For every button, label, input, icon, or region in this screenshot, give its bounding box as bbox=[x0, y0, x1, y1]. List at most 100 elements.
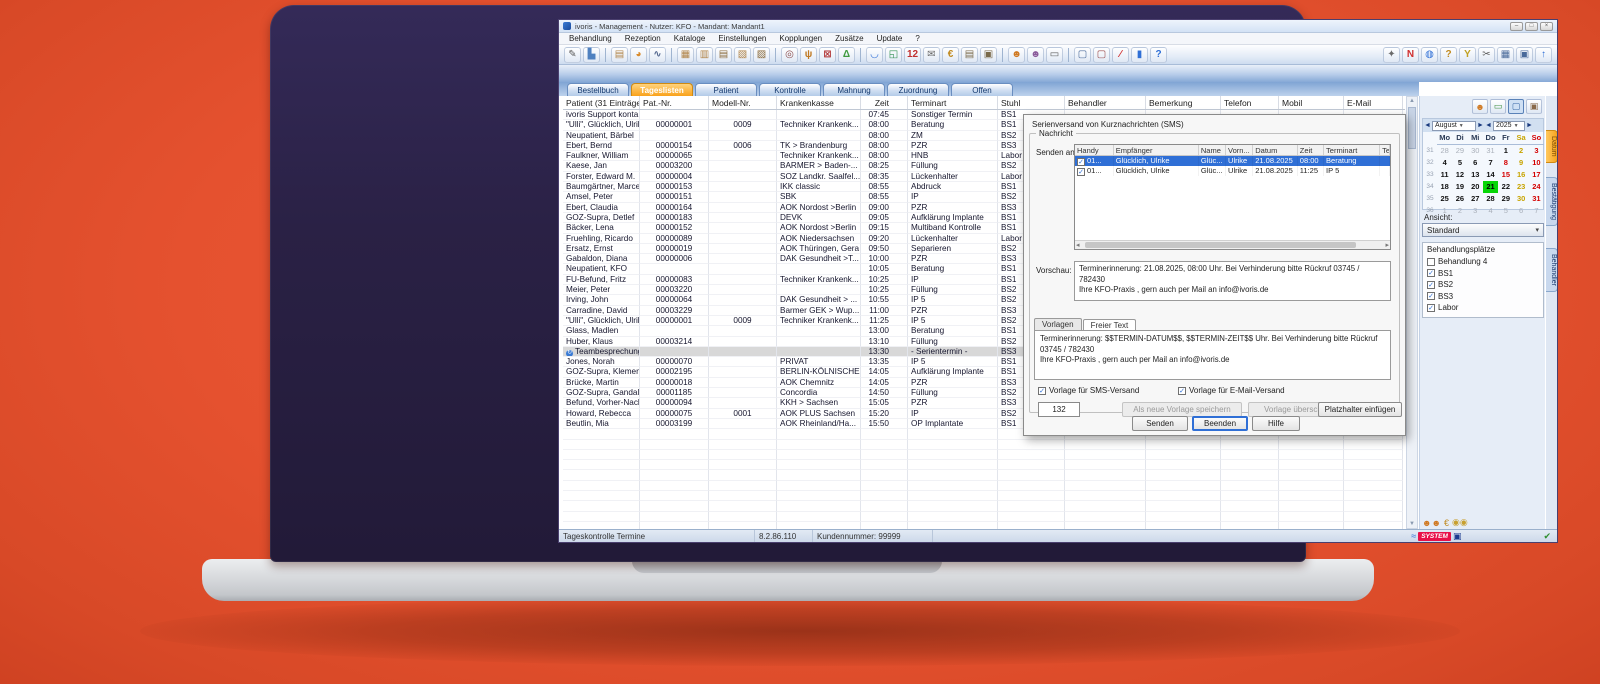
place-checkbox-bs2[interactable]: ✓BS2 bbox=[1427, 279, 1539, 291]
growth-chart-icon[interactable]: ∿ bbox=[649, 47, 666, 63]
tab-tageslisten[interactable]: Tageslisten bbox=[631, 83, 693, 96]
year-select[interactable]: 2025▼ bbox=[1493, 121, 1525, 131]
close-dialog-button[interactable]: Beenden bbox=[1192, 416, 1248, 431]
calendar-day[interactable]: 29 bbox=[1452, 145, 1467, 157]
column-header-e-mail[interactable]: E-Mail bbox=[1344, 96, 1403, 109]
euro-icon[interactable]: € bbox=[942, 47, 959, 63]
tab-patient[interactable]: Patient bbox=[695, 83, 757, 96]
help-button[interactable]: Hilfe bbox=[1252, 416, 1300, 431]
menu-kopplungen[interactable]: Kopplungen bbox=[773, 34, 828, 43]
calendar-day[interactable]: 27 bbox=[1468, 193, 1483, 205]
calendar-day[interactable]: 16 bbox=[1513, 169, 1528, 181]
column-header-zeit[interactable]: Zeitˆ bbox=[861, 96, 908, 109]
mail-icon[interactable]: ✉ bbox=[923, 47, 940, 63]
card-copy-icon[interactable]: ▨ bbox=[753, 47, 770, 63]
sms-template-checkbox[interactable]: ✓ Vorlage für SMS-Versand bbox=[1038, 386, 1178, 395]
calendar-day[interactable]: 2 bbox=[1452, 205, 1467, 217]
print-confirm-icon[interactable]: ▭ bbox=[1490, 99, 1506, 114]
waiting-room-icon[interactable]: ◡ bbox=[866, 47, 883, 63]
place-checkbox-bs1[interactable]: ✓BS1 bbox=[1427, 268, 1539, 280]
column-header-mobil[interactable]: Mobil bbox=[1279, 96, 1344, 109]
recipients-horizontal-scrollbar[interactable] bbox=[1075, 240, 1390, 249]
search-patient-icon[interactable]: ◎ bbox=[781, 47, 798, 63]
recall-icon[interactable]: ψ bbox=[800, 47, 817, 63]
pie-chart-icon[interactable]: ◕ bbox=[630, 47, 647, 63]
window-view-icon[interactable]: ▣ bbox=[1516, 47, 1533, 63]
calendar-day[interactable]: 7 bbox=[1529, 205, 1544, 217]
card-sl-icon[interactable]: ▥ bbox=[696, 47, 713, 63]
recipient-row[interactable]: ✓01...Glücklich, UlrikeGlüc...Ulrike21.0… bbox=[1075, 156, 1390, 166]
calendar-day[interactable]: 20 bbox=[1468, 181, 1483, 193]
globe-icon[interactable]: ◍ bbox=[1421, 47, 1438, 63]
scissors-icon[interactable]: ✂ bbox=[1478, 47, 1495, 63]
search-help-icon[interactable]: ? bbox=[1440, 47, 1457, 63]
tab-offen[interactable]: Offen bbox=[951, 83, 1013, 96]
column-header-krankenkasse[interactable]: Krankenkasse bbox=[777, 96, 861, 109]
calendar-icon[interactable]: 12 bbox=[904, 47, 921, 63]
column-header-stuhl[interactable]: Stuhl bbox=[998, 96, 1065, 109]
calendar-day[interactable]: 4 bbox=[1483, 205, 1498, 217]
calendar-day[interactable]: 11 bbox=[1437, 169, 1452, 181]
ivoris-n-icon[interactable]: N bbox=[1402, 47, 1419, 63]
tab-mahnung[interactable]: Mahnung bbox=[823, 83, 885, 96]
save-as-new-template-button[interactable]: Als neue Vorlage speichern bbox=[1122, 402, 1242, 417]
calendar-day[interactable]: 3 bbox=[1468, 205, 1483, 217]
remote-screen-icon[interactable]: ▢ bbox=[1074, 47, 1091, 63]
calendar-day[interactable]: 14 bbox=[1483, 169, 1498, 181]
next-year-icon[interactable]: ► bbox=[1526, 122, 1533, 129]
close-button[interactable]: × bbox=[1540, 22, 1553, 31]
calendar-day[interactable]: 10 bbox=[1529, 157, 1544, 169]
statistics-icon[interactable]: ▮ bbox=[1131, 47, 1148, 63]
calendar-day[interactable]: 4 bbox=[1437, 157, 1452, 169]
red-slash-icon[interactable]: ∕ bbox=[1112, 47, 1129, 63]
menu-rezeption[interactable]: Rezeption bbox=[619, 34, 667, 43]
tools-icon[interactable]: ✦ bbox=[1383, 47, 1400, 63]
table-view-icon[interactable]: ▦ bbox=[1497, 47, 1514, 63]
flyout-tab-datum[interactable]: Datum bbox=[1546, 130, 1558, 163]
filter-icon[interactable]: Y bbox=[1459, 47, 1476, 63]
calendar-day[interactable]: 8 bbox=[1498, 157, 1513, 169]
calendar-day[interactable]: 19 bbox=[1452, 181, 1467, 193]
column-header-telefon[interactable]: Telefon bbox=[1221, 96, 1279, 109]
calendar-day[interactable]: 15 bbox=[1498, 169, 1513, 181]
tab-kontrolle[interactable]: Kontrolle bbox=[759, 83, 821, 96]
menu-kataloge[interactable]: Kataloge bbox=[668, 34, 712, 43]
send-button[interactable]: Senden bbox=[1132, 416, 1188, 431]
column-header-pat-nr[interactable]: Pat.-Nr. bbox=[640, 96, 709, 109]
column-header-terminart[interactable]: Terminart bbox=[908, 96, 998, 109]
email-template-checkbox[interactable]: ✓ Vorlage für E-Mail-Versand bbox=[1178, 386, 1285, 395]
euro-gold-icon[interactable]: € bbox=[1444, 518, 1449, 528]
message-text-area[interactable]: Terminerinnerung: $$TERMIN-DATUM$$, $$TE… bbox=[1034, 330, 1391, 380]
calendar-day[interactable]: 17 bbox=[1529, 169, 1544, 181]
view-dropdown[interactable]: Standard bbox=[1422, 223, 1544, 237]
coins-icon[interactable]: ◉◉ bbox=[1452, 517, 1468, 528]
patients-icon[interactable]: ☻ bbox=[1008, 47, 1025, 63]
flyout-tab-behandler[interactable]: Behandler bbox=[1546, 248, 1558, 292]
card-index-icon[interactable]: ▦ bbox=[677, 47, 694, 63]
menu-zus-tze[interactable]: Zusätze bbox=[829, 34, 869, 43]
collapse-up-icon[interactable]: ↑ bbox=[1535, 47, 1552, 63]
calendar-day[interactable]: 7 bbox=[1483, 157, 1498, 169]
recipient-checkbox-icon[interactable]: ✓ bbox=[1077, 168, 1085, 176]
calendar-day[interactable]: 18 bbox=[1437, 181, 1452, 193]
calendar-day[interactable]: 30 bbox=[1468, 145, 1483, 157]
tab-zuordnung[interactable]: Zuordnung bbox=[887, 83, 949, 96]
screen-view-icon[interactable]: ▢ bbox=[1508, 99, 1524, 114]
prev-year-icon[interactable]: ◄ bbox=[1485, 122, 1492, 129]
recipient-row[interactable]: ✓01...Glücklich, UlrikeGlüc...Ulrike21.0… bbox=[1075, 166, 1390, 176]
month-select[interactable]: August▼ bbox=[1432, 121, 1476, 131]
hscroll-thumb[interactable] bbox=[1085, 242, 1356, 248]
menu-behandlung[interactable]: Behandlung bbox=[563, 34, 618, 43]
archive-icon[interactable]: ▣ bbox=[980, 47, 997, 63]
calendar-day[interactable]: 24 bbox=[1529, 181, 1544, 193]
table-vertical-scrollbar[interactable] bbox=[1406, 96, 1418, 529]
flyout-tab-best-tigung[interactable]: Bestätigung bbox=[1546, 177, 1558, 226]
tab-bestellbuch[interactable]: Bestellbuch bbox=[567, 83, 629, 96]
calendar-day[interactable]: 12 bbox=[1452, 169, 1467, 181]
help-icon[interactable]: ? bbox=[1150, 47, 1167, 63]
calendar-day[interactable]: 26 bbox=[1452, 193, 1467, 205]
calendar-day[interactable]: 5 bbox=[1498, 205, 1513, 217]
copy-list-icon[interactable]: ▣ bbox=[1526, 99, 1542, 114]
patients-orange-icon[interactable]: ☻☻ bbox=[1422, 518, 1441, 528]
column-header-modell-nr[interactable]: Modell-Nr. bbox=[709, 96, 777, 109]
